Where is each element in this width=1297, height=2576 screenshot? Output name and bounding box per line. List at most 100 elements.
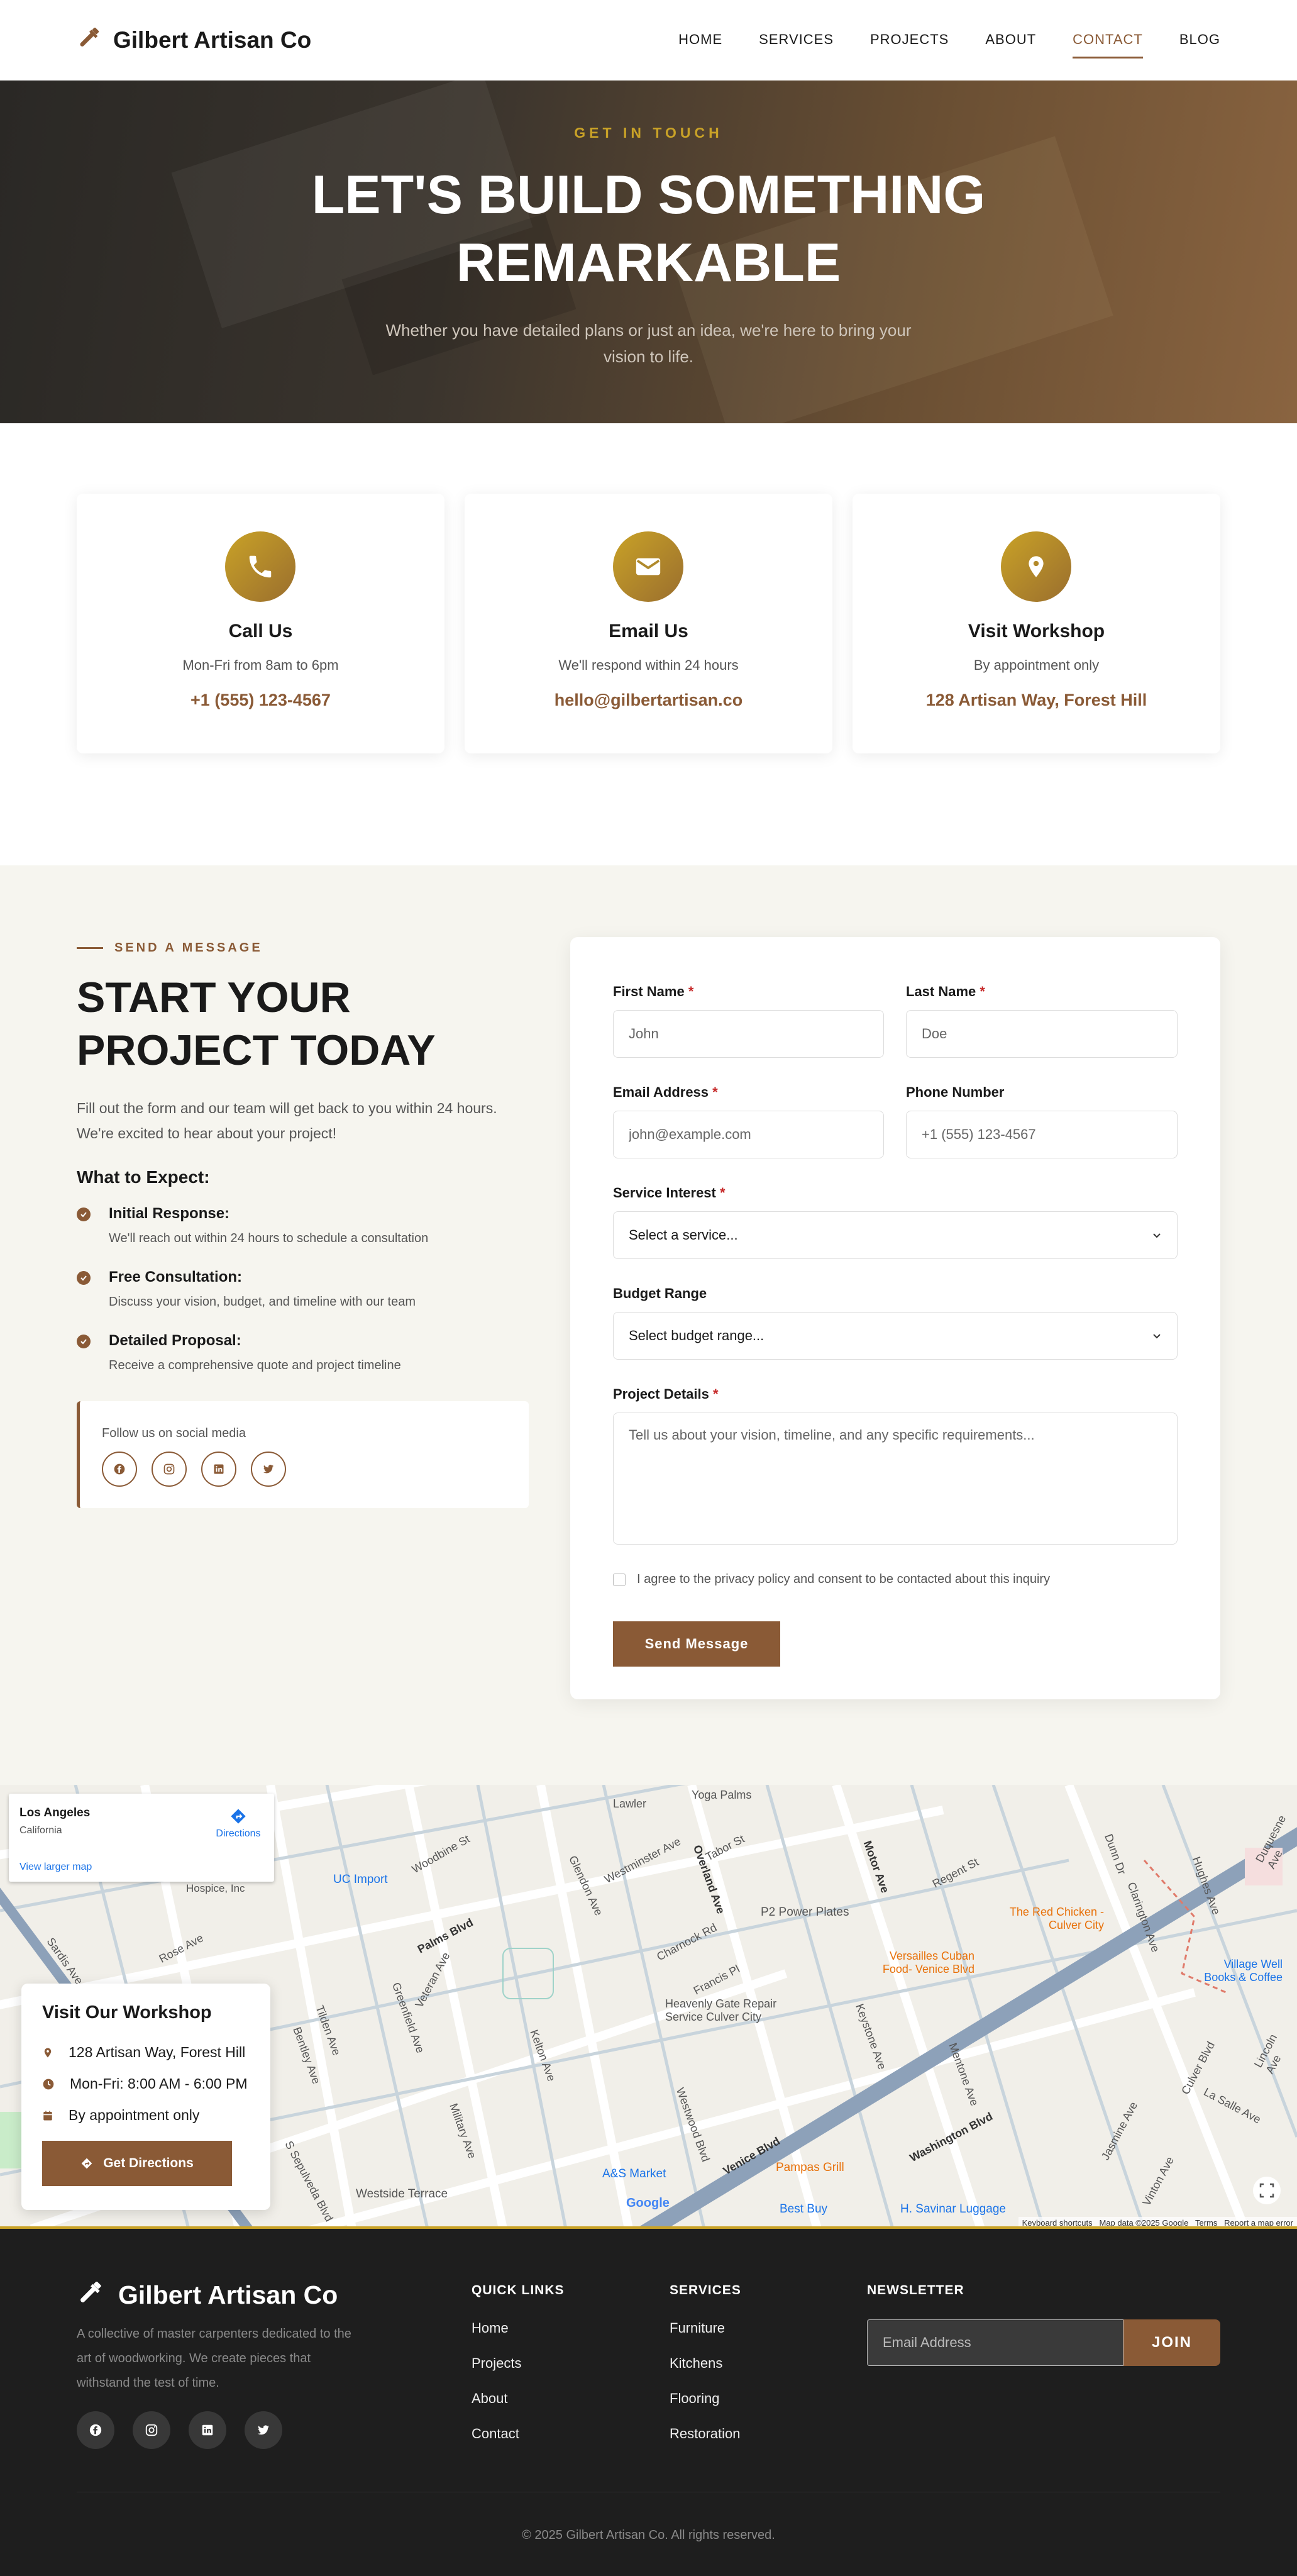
hammer-icon [80, 2281, 101, 2302]
directions-icon [81, 2158, 92, 2169]
copyright: © 2025 Gilbert Artisan Co. All rights re… [522, 2528, 775, 2542]
poi-label[interactable]: Versailles Cuban Food- Venice Blvd [868, 1950, 974, 1976]
newsletter-join-button[interactable]: JOIN [1123, 2319, 1220, 2366]
details-label: Project Details * [613, 1386, 719, 1402]
footer-link-kitchens[interactable]: Kitchens [670, 2356, 741, 2371]
newsletter-email-input[interactable] [867, 2319, 1123, 2366]
send-message-button[interactable]: Send Message [613, 1621, 780, 1667]
budget-select[interactable]: Select budget range... [613, 1312, 1178, 1360]
poi-label[interactable]: Best Buy [780, 2202, 827, 2216]
get-directions-label: Get Directions [103, 2156, 194, 2170]
footer-link-restoration[interactable]: Restoration [670, 2426, 741, 2441]
service-select[interactable]: Select a service... [613, 1211, 1178, 1259]
nav-link-about[interactable]: ABOUT [985, 31, 1036, 58]
card-desc: We'll respond within 24 hours [558, 657, 739, 673]
social-links [102, 1452, 286, 1487]
nav-link-blog[interactable]: BLOG [1179, 31, 1220, 58]
footer-link-furniture[interactable]: Furniture [670, 2321, 741, 2336]
footer-link-projects[interactable]: Projects [472, 2356, 521, 2371]
map-place-title: Los Angeles [19, 1806, 91, 1819]
poi-label[interactable]: P2 Power Plates [761, 1906, 849, 1919]
linkedin-icon[interactable] [201, 1452, 236, 1487]
project-details-textarea[interactable] [613, 1413, 1178, 1545]
budget-label: Budget Range [613, 1285, 707, 1301]
twitter-icon[interactable] [245, 2411, 282, 2449]
services-title: SERVICES [670, 2283, 741, 2297]
card-desc: Mon-Fri from 8am to 6pm [182, 657, 339, 673]
poi-label[interactable]: Pampas Grill [776, 2161, 844, 2175]
poi-label[interactable]: Village Well Books & Coffee [1195, 1958, 1283, 1984]
check-icon [77, 1271, 91, 1285]
chevron-down-icon [1153, 1233, 1161, 1238]
get-directions-button[interactable]: Get Directions [42, 2141, 232, 2186]
facebook-icon[interactable] [77, 2411, 114, 2449]
social-label: Follow us on social media [102, 1426, 246, 1440]
location-map[interactable]: Woodbine St Lawler Yoga Palms Westminste… [0, 1785, 1297, 2229]
first-name-input[interactable] [613, 1010, 884, 1058]
section-title: START YOUR PROJECT TODAY [77, 971, 436, 1077]
footer-link-contact[interactable]: Contact [472, 2426, 521, 2441]
first-name-label: First Name * [613, 984, 693, 1000]
poi-label[interactable]: The Red Chicken - Culver City [1003, 1906, 1104, 1932]
card-desc: By appointment only [973, 657, 1100, 673]
email-input[interactable] [613, 1111, 884, 1158]
card-icon-badge [613, 531, 683, 602]
card-title: Visit Workshop [968, 621, 1105, 641]
nav-link-projects[interactable]: PROJECTS [870, 31, 949, 58]
map-pin-icon [44, 2048, 52, 2057]
hero-eyebrow: GET IN TOUCH [574, 125, 723, 141]
contact-card-call: Call Us Mon-Fri from 8am to 6pm +1 (555)… [77, 494, 444, 753]
visit-workshop-card: Visit Our Workshop 128 Artisan Way, Fore… [21, 1984, 270, 2210]
address-link[interactable]: 128 Artisan Way, Forest Hill [853, 691, 1220, 710]
footer-social-links [77, 2411, 282, 2449]
footer-brand-name: Gilbert Artisan Co [118, 2280, 338, 2309]
brand-logo[interactable]: Gilbert Artisan Co [77, 27, 311, 53]
nav-link-services[interactable]: SERVICES [759, 31, 834, 58]
last-name-label: Last Name * [906, 984, 985, 1000]
facebook-icon[interactable] [102, 1452, 137, 1487]
service-select-value: Select a service... [629, 1227, 738, 1243]
nav-link-contact[interactable]: CONTACT [1073, 31, 1143, 58]
consent-checkbox[interactable] [613, 1573, 626, 1586]
hero-title-line1: LET'S BUILD SOMETHING [311, 165, 986, 225]
footer-link-flooring[interactable]: Flooring [670, 2391, 741, 2406]
expect-item-desc: Discuss your vision, budget, and timelin… [109, 1295, 416, 1309]
poi-label[interactable]: H. Savinar Luggage [900, 2202, 1006, 2216]
visit-appointment-row: By appointment only [42, 2107, 199, 2124]
last-name-input[interactable] [906, 1010, 1178, 1058]
eyebrow-line [77, 947, 103, 949]
poi-label[interactable]: UC Import [333, 1873, 388, 1887]
poi-label[interactable]: Heavenly Gate Repair Service Culver City [665, 1997, 797, 2024]
directions-icon [231, 1809, 246, 1824]
required-mark: * [688, 984, 694, 999]
instagram-icon[interactable] [152, 1452, 187, 1487]
visit-hours: Mon-Fri: 8:00 AM - 6:00 PM [70, 2075, 248, 2092]
hero-title: LET'S BUILD SOMETHING REMARKABLE [0, 161, 1297, 297]
footer-link-about[interactable]: About [472, 2391, 521, 2406]
visit-appointment: By appointment only [69, 2107, 200, 2123]
map-place-subtitle: California [19, 1825, 62, 1836]
phone-input[interactable] [906, 1111, 1178, 1158]
expect-title: What to Expect: [77, 1167, 210, 1187]
directions-link[interactable]: Directions [210, 1807, 267, 1840]
hammer-icon [80, 28, 99, 47]
fullscreen-icon[interactable] [1251, 2175, 1283, 2206]
required-mark: * [980, 984, 985, 999]
contact-form: First Name * Last Name * Email Address *… [570, 937, 1220, 1699]
nav-link-home[interactable]: HOME [678, 31, 722, 58]
linkedin-icon[interactable] [189, 2411, 226, 2449]
contact-card-email: Email Us We'll respond within 24 hours h… [465, 494, 832, 753]
contact-form-section: SEND A MESSAGE START YOUR PROJECT TODAY … [0, 865, 1297, 1785]
poi-label[interactable]: Westside Terrace [356, 2187, 448, 2201]
poi-label[interactable]: A&S Market [602, 2167, 666, 2181]
email-link[interactable]: hello@gilbertartisan.co [465, 691, 832, 710]
phone-link[interactable]: +1 (555) 123-4567 [77, 691, 444, 710]
twitter-icon[interactable] [251, 1452, 286, 1487]
brand-name: Gilbert Artisan Co [113, 27, 312, 53]
instagram-icon[interactable] [133, 2411, 170, 2449]
view-larger-map-link[interactable]: View larger map [19, 1862, 92, 1873]
footer-brand[interactable]: Gilbert Artisan Co [77, 2280, 338, 2310]
footer-link-home[interactable]: Home [472, 2321, 521, 2336]
check-icon [77, 1335, 91, 1348]
label-text: Last Name [906, 984, 976, 999]
